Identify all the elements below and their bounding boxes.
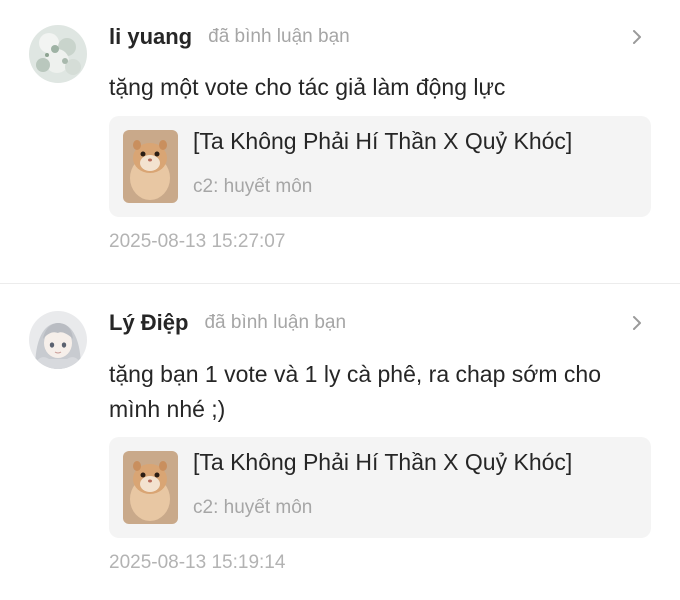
timestamp: 2025-08-13 15:19:14: [109, 552, 286, 573]
comment-text: tặng một vote cho tác giả làm động lực: [109, 74, 506, 100]
chapter-label: c2: huyết môn: [193, 497, 313, 518]
notification-item[interactable]: Lý Điệp đã bình luận bạn tặng bạn 1 vote…: [0, 284, 680, 600]
work-card[interactable]: [Ta Không Phải Hí Thần X Quỷ Khóc] c2: h…: [109, 116, 651, 217]
chevron-right-icon[interactable]: [628, 314, 646, 332]
work-cover: [123, 451, 178, 524]
user-name[interactable]: li yuang: [109, 24, 192, 50]
hamster-cover-icon: [123, 451, 178, 524]
work-title: [Ta Không Phải Hí Thần X Quỷ Khóc]: [193, 449, 573, 475]
chapter-label: c2: huyết môn: [193, 176, 313, 197]
flower-avatar-icon: [29, 25, 87, 83]
hamster-cover-icon: [123, 130, 178, 203]
work-title: [Ta Không Phải Hí Thần X Quỷ Khóc]: [193, 128, 573, 154]
anime-girl-avatar-icon: [29, 311, 87, 369]
user-avatar[interactable]: [29, 25, 87, 83]
comment-text: tặng bạn 1 vote và 1 ly cà phê, ra chap …: [109, 361, 601, 422]
notification-item[interactable]: li yuang đã bình luận bạn tặng một vote …: [0, 0, 680, 283]
work-card[interactable]: [Ta Không Phải Hí Thần X Quỷ Khóc] c2: h…: [109, 437, 651, 538]
timestamp: 2025-08-13 15:27:07: [109, 231, 286, 252]
user-avatar[interactable]: [29, 311, 87, 369]
action-text: đã bình luận bạn: [204, 312, 347, 333]
work-cover: [123, 130, 178, 203]
action-text: đã bình luận bạn: [208, 26, 350, 47]
user-name[interactable]: Lý Điệp: [109, 310, 188, 336]
chevron-right-icon[interactable]: [628, 28, 646, 46]
